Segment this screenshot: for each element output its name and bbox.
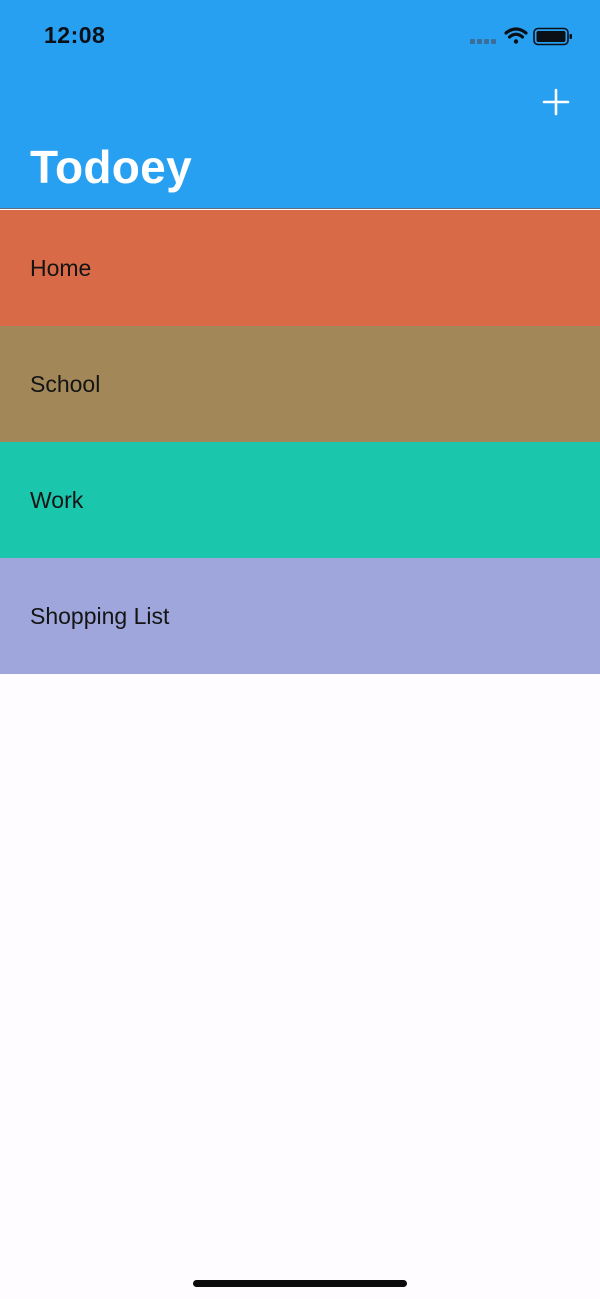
page-title: Todoey bbox=[30, 141, 192, 193]
category-row[interactable]: Work bbox=[0, 442, 600, 558]
app-screen: 12:08 Todoey Home School Work Shopping L… bbox=[0, 0, 600, 1299]
wifi-icon bbox=[504, 27, 528, 44]
category-row-label: Shopping List bbox=[30, 602, 170, 629]
status-bar-icons bbox=[470, 27, 572, 46]
battery-icon bbox=[533, 27, 572, 46]
add-category-button[interactable] bbox=[542, 88, 570, 116]
status-bar-time: 12:08 bbox=[44, 22, 106, 48]
category-row[interactable]: Home bbox=[0, 210, 600, 326]
category-row-label: School bbox=[30, 370, 101, 397]
cellular-signal-icon bbox=[470, 39, 496, 44]
category-row-label: Home bbox=[30, 254, 92, 281]
category-row[interactable]: School bbox=[0, 326, 600, 442]
home-indicator[interactable] bbox=[193, 1280, 407, 1287]
category-list: Home School Work Shopping List bbox=[0, 210, 600, 674]
navigation-bar: 12:08 Todoey bbox=[0, 0, 600, 209]
category-row-label: Work bbox=[30, 486, 84, 513]
plus-icon bbox=[542, 88, 570, 116]
category-row[interactable]: Shopping List bbox=[0, 558, 600, 674]
